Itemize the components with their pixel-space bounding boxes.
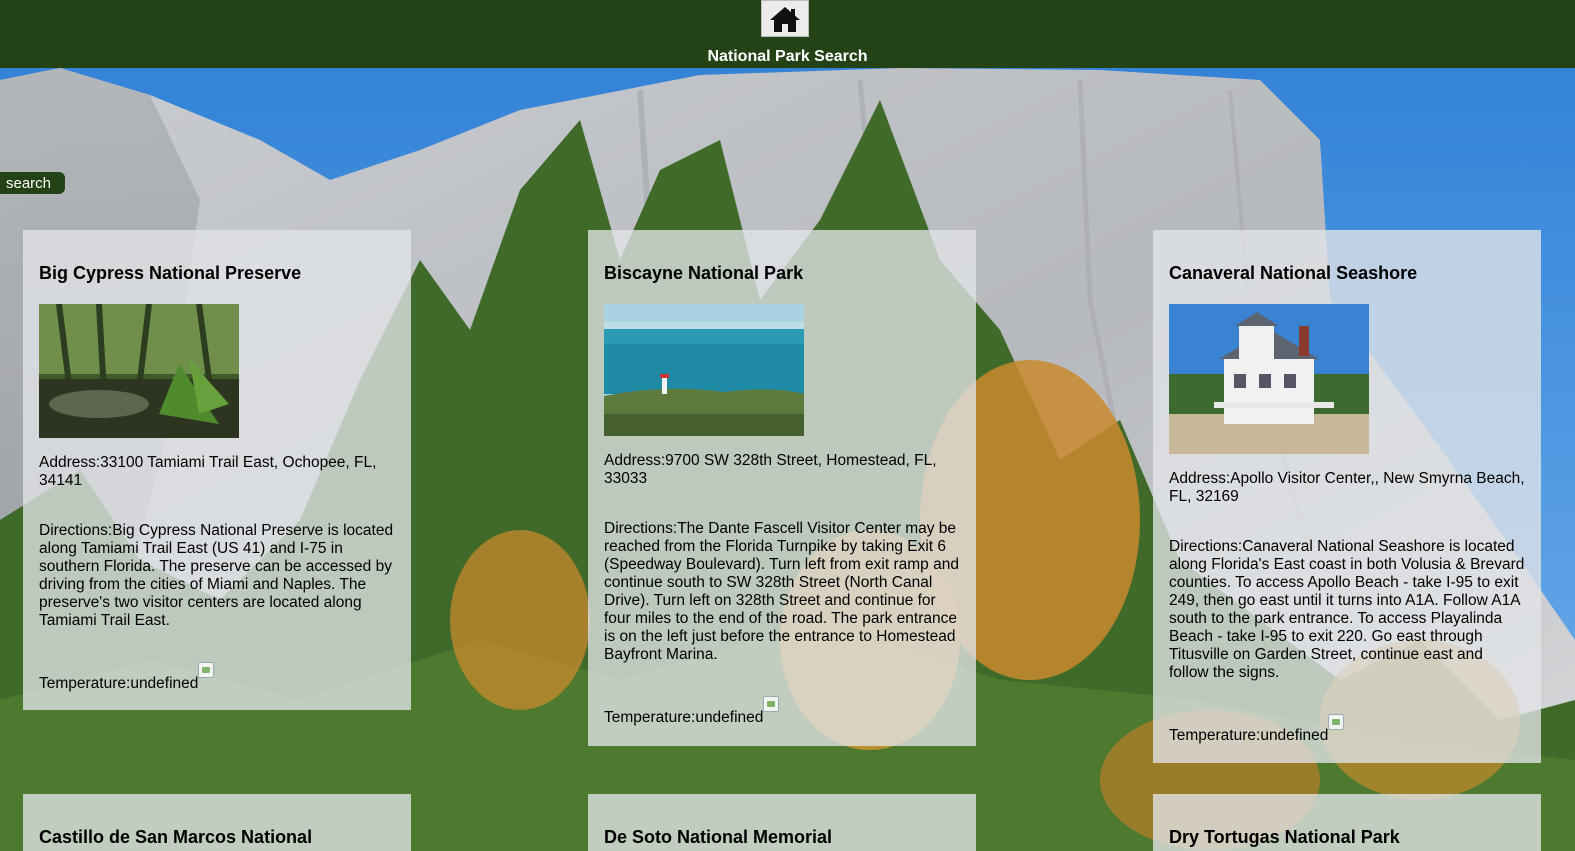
temperature-label: Temperature:undefined bbox=[604, 709, 764, 726]
park-card: Dry Tortugas National Park bbox=[1153, 794, 1541, 851]
park-temperature: Temperature:undefined bbox=[39, 662, 395, 693]
top-nav-bar: National Park Search bbox=[0, 0, 1575, 68]
park-card: De Soto National Memorial bbox=[588, 794, 976, 851]
park-photo bbox=[604, 304, 804, 436]
park-directions: Directions:Big Cypress National Preserve… bbox=[39, 522, 394, 629]
temperature-label: Temperature:undefined bbox=[1169, 727, 1329, 744]
temperature-label: Temperature:undefined bbox=[39, 675, 199, 692]
park-address: Address:9700 SW 328th Street, Homestead,… bbox=[604, 452, 937, 487]
park-temperature: Temperature:undefined bbox=[1169, 714, 1525, 745]
park-name: De Soto National Memorial bbox=[604, 827, 833, 847]
park-card: Big Cypress National Preserve Address:33… bbox=[23, 230, 411, 710]
park-card: Canaveral National Seashore Address:Apol… bbox=[1153, 230, 1541, 763]
home-button[interactable] bbox=[761, 0, 809, 37]
weather-icon bbox=[763, 696, 780, 712]
app-title[interactable]: National Park Search bbox=[0, 48, 1575, 66]
park-photo bbox=[1169, 304, 1369, 454]
park-name: Biscayne National Park bbox=[604, 263, 804, 283]
park-directions: Directions:Canaveral National Seashore i… bbox=[1169, 538, 1525, 681]
weather-icon bbox=[198, 662, 215, 678]
search-button[interactable]: search bbox=[0, 172, 65, 194]
park-card: Castillo de San Marcos National bbox=[23, 794, 411, 851]
park-name: Castillo de San Marcos National bbox=[39, 827, 313, 847]
park-card: Biscayne National Park Address:9700 SW 3… bbox=[588, 230, 976, 746]
weather-icon bbox=[1328, 714, 1345, 730]
park-name: Big Cypress National Preserve bbox=[39, 263, 302, 283]
park-name: Canaveral National Seashore bbox=[1169, 263, 1418, 283]
park-directions: Directions:The Dante Fascell Visitor Cen… bbox=[604, 520, 959, 663]
park-address: Address:Apollo Visitor Center,, New Smyr… bbox=[1169, 470, 1525, 505]
park-name: Dry Tortugas National Park bbox=[1169, 827, 1400, 847]
home-icon bbox=[770, 6, 800, 32]
park-photo bbox=[39, 304, 239, 438]
park-address: Address:33100 Tamiami Trail East, Ochope… bbox=[39, 454, 377, 489]
park-temperature: Temperature:undefined bbox=[604, 696, 960, 727]
